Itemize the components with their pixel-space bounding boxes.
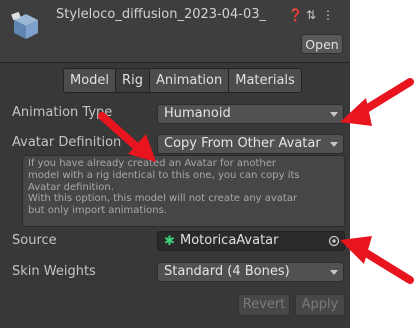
apply-button[interactable]: Apply [295,294,345,316]
skin-weights-dropdown[interactable]: Standard (4 Bones) [157,262,344,282]
annotation-arrow-center [98,112,156,162]
chevron-down-icon [330,112,338,117]
help-icon[interactable]: ❓ [288,8,303,22]
tab-materials[interactable]: Materials [229,69,301,92]
inspector-panel: Styleloco_diffusion_2023-04-03_ ❓ ⇅ ⋮ Op… [0,0,350,328]
skin-weights-value: Standard (4 Bones) [164,264,290,279]
source-object-field[interactable]: ✱ MotoricaAvatar [157,231,345,251]
model-asset-icon [11,11,38,39]
skin-weights-label: Skin Weights [12,264,96,279]
settings-sliders-icon[interactable]: ⇅ [305,8,317,22]
annotation-arrow-right-bottom [340,236,414,284]
importer-tabs: Model Rig Animation Materials [63,68,302,93]
source-value: MotoricaAvatar [180,233,279,248]
kebab-menu-icon[interactable]: ⋮ [322,8,334,22]
asset-title: Styleloco_diffusion_2023-04-03_ [56,7,267,22]
avatar-definition-value: Copy From Other Avatar [164,136,321,151]
annotation-arrow-right-top [340,78,414,126]
animation-type-value: Humanoid [164,106,231,121]
tab-rig[interactable]: Rig [116,69,150,92]
inspector-header: Styleloco_diffusion_2023-04-03_ ❓ ⇅ ⋮ Op… [0,0,350,63]
avatar-definition-dropdown[interactable]: Copy From Other Avatar [157,134,344,154]
tab-animation[interactable]: Animation [149,69,230,92]
open-button[interactable]: Open [301,34,343,54]
animation-type-dropdown[interactable]: Humanoid [157,104,344,124]
chevron-down-icon [330,142,338,147]
tab-model[interactable]: Model [64,69,117,92]
info-help-box: If you have already created an Avatar fo… [22,155,345,227]
revert-button[interactable]: Revert [238,294,290,316]
chevron-down-icon [330,270,338,275]
source-label: Source [12,233,57,248]
avatar-figure-icon: ✱ [164,234,175,249]
